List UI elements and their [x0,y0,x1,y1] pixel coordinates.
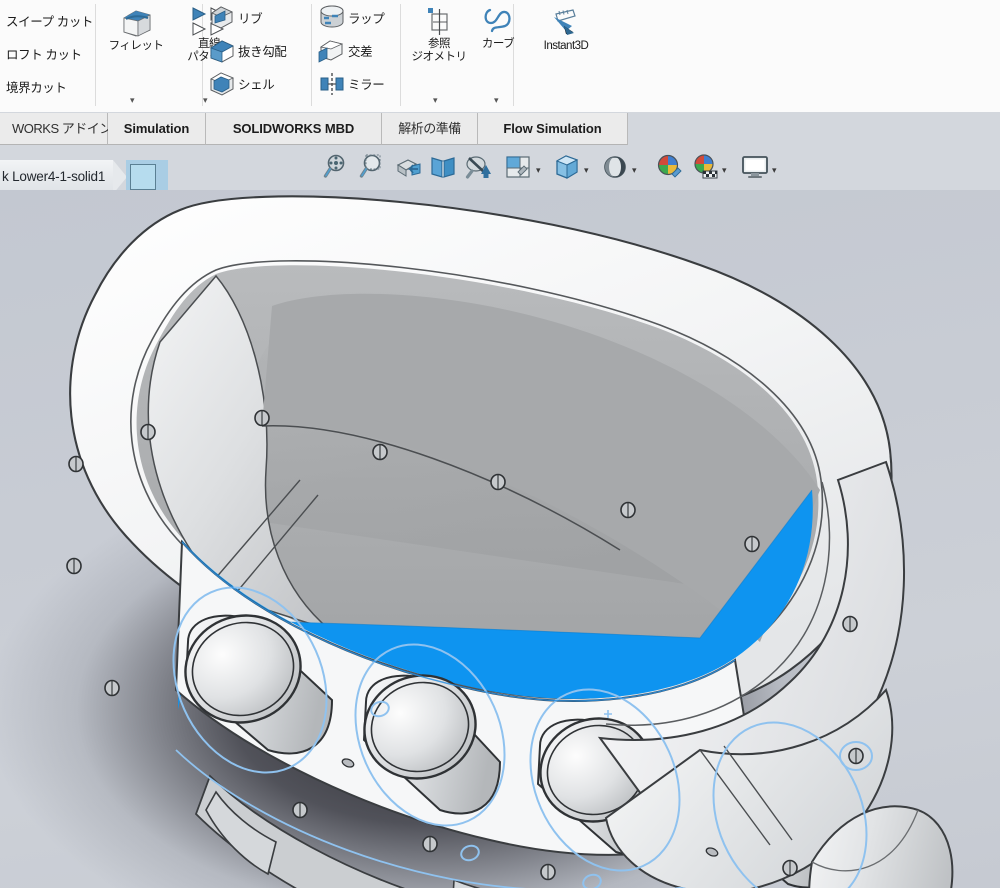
mirror-label: ミラー [348,78,385,92]
reference-geometry-label2: ジオメトリ [411,51,468,63]
apply-scene-caret[interactable]: ▾ [632,165,637,176]
curve-icon [484,8,511,33]
display-style-caret[interactable]: ▾ [584,165,589,176]
view-settings-icon[interactable] [654,152,684,182]
reference-geometry-dropdown-caret[interactable]: ▾ [433,96,438,105]
draft-label: 抜き勾配 [238,45,287,59]
boundary-cut-button[interactable]: 境界カット [4,72,92,105]
render-tools-icon[interactable] [690,152,720,182]
breadcrumb-label[interactable]: k Lower4-1-solid1 [0,160,114,194]
mirror-button[interactable]: ミラー [318,70,385,103]
intersect-icon [318,40,344,63]
reference-geometry-label: 参照 [428,38,451,50]
shell-icon [210,72,235,96]
render-tools-caret[interactable]: ▾ [722,165,727,176]
curves-button[interactable]: カーブ ▾ [472,6,524,105]
tab-list: WORKS アドイン Simulation SOLIDWORKS MBD 解析の準備 F… [0,113,628,145]
ribbon-separator [95,4,96,106]
reference-geometry-icon [428,8,448,35]
graphics-area[interactable] [0,190,1000,888]
linear-pattern-dropdown-caret[interactable]: ▾ [203,96,208,105]
tab-solidworks-addins[interactable]: WORKS アドイン [0,113,112,145]
hide-show-items-icon[interactable] [464,152,494,182]
tab-flow-simulation[interactable]: Flow Simulation [478,113,628,145]
viewport-layout-caret[interactable]: ▾ [772,165,777,176]
rib-button[interactable]: リブ [208,4,263,37]
instant3d-button[interactable]: Instant3D [520,8,612,53]
command-manager-tabbar: WORKS アドイン Simulation SOLIDWORKS MBD 解析の準備 F… [0,112,1000,146]
cut-commands-column: スイープ カット ロフト カット 境界カット [4,6,93,105]
wrap-button[interactable]: ラップ [318,4,385,37]
ribbon-toolbar: スイープ カット ロフト カット 境界カット フィレット ▾ 直線 パターン ▾… [0,0,1000,113]
intersect-label: 交差 [348,45,373,59]
wrap-label: ラップ [348,12,385,26]
viewport-layout-icon[interactable] [740,152,770,182]
casing-model [66,195,954,888]
ribbon-separator [400,4,401,106]
fillet-button[interactable]: フィレット ▾ [100,6,172,105]
instant3d-label: Instant3D [543,40,589,52]
wrap-icon [320,5,344,28]
breadcrumb[interactable]: k Lower4-1-solid1 [0,160,169,194]
loft-cut-button[interactable]: ロフト カット [4,39,92,72]
fillet-dropdown-caret[interactable]: ▾ [130,96,135,105]
fillet-label: フィレット [108,40,164,52]
display-style-icon[interactable] [552,152,582,182]
tab-simulation[interactable]: Simulation [108,113,206,145]
mirror-icon [320,73,344,95]
zoom-to-area-icon[interactable] [358,152,388,182]
view-orientation-icon[interactable] [428,152,458,182]
solidworks-window: スイープ カット ロフト カット 境界カット フィレット ▾ 直線 パターン ▾… [0,0,1000,888]
edit-appearance-caret[interactable]: ▾ [536,165,541,176]
curves-dropdown-caret[interactable]: ▾ [494,96,499,105]
rib-label: リブ [238,12,263,26]
ribbon-separator [311,4,312,106]
rib-icon [211,6,233,29]
breadcrumb-arrow-icon [113,160,128,194]
breadcrumb-selection[interactable] [126,160,169,194]
apply-scene-icon[interactable] [600,152,630,182]
sweep-cut-button[interactable]: スイープ カット [4,6,93,39]
reference-geometry-button[interactable]: 参照 ジオメトリ ▾ [407,6,471,105]
section-view-icon[interactable] [394,152,424,182]
instant3d-icon [554,9,576,35]
shell-label: シェル [238,78,275,92]
model-render [66,195,954,888]
curves-label: カーブ [481,38,515,50]
intersect-button[interactable]: 交差 [318,37,373,70]
zoom-to-fit-icon[interactable] [322,152,352,182]
edit-appearance-icon[interactable] [504,152,534,182]
tab-prepare-analysis[interactable]: 解析の準備 [382,113,478,145]
shell-button[interactable]: シェル [208,70,275,103]
tab-solidworks-mbd[interactable]: SOLIDWORKS MBD [206,113,382,145]
fillet-icon [123,10,151,37]
draft-button[interactable]: 抜き勾配 [208,37,287,70]
solid-body-chip[interactable] [130,164,157,190]
draft-icon [210,40,234,63]
